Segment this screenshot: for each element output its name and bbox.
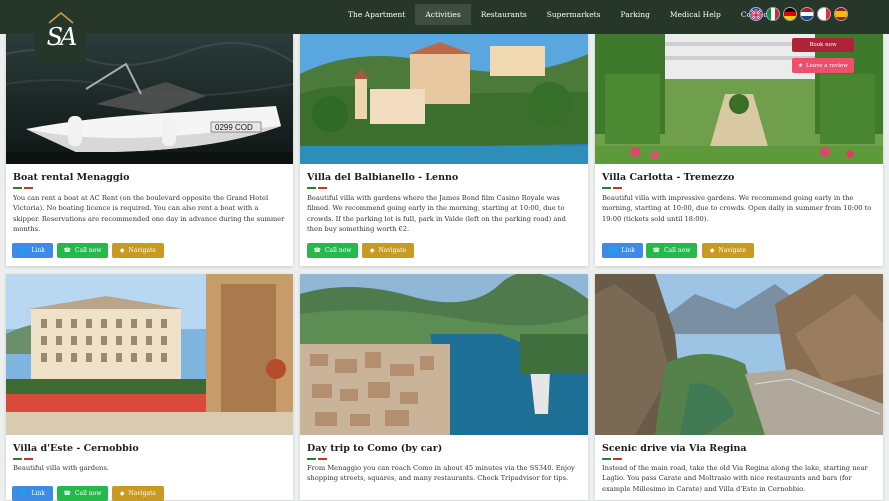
navigate-button[interactable]: ◆ Navigate [702, 243, 754, 258]
call-label: Call now [663, 247, 691, 254]
card-title: Villa d'Este - Cernobbio [13, 443, 139, 454]
link-button[interactable]: 🌐 Link [12, 243, 53, 258]
title-accent [307, 458, 329, 460]
nav-item-medical-help[interactable]: Medical Help [660, 4, 731, 25]
villa-peninsula-image [300, 34, 588, 164]
nav-item-apartment[interactable]: The Apartment [338, 4, 415, 25]
card-description: Instead of the main road, take the old V… [602, 464, 868, 493]
card-description: You can rent a boat at AC Rent (on the b… [13, 194, 285, 233]
card-title: Day trip to Como (by car) [307, 443, 443, 454]
top-navbar: The Apartment Activities Restaurants Sup… [0, 0, 889, 34]
direction-icon: ◆ [369, 247, 375, 254]
logo-monogram: SA [46, 23, 78, 51]
direction-icon: ◆ [119, 490, 125, 497]
activity-card-boat-rental: 0299 COD Boat rental Menaggio You can re… [6, 34, 293, 266]
nav-item-supermarkets[interactable]: Supermarkets [537, 4, 611, 25]
link-label: Link [31, 247, 45, 254]
navigate-button[interactable]: ◆ Navigate [112, 243, 164, 258]
review-label: Leave a review [805, 62, 848, 69]
card-description: Beautiful villa with gardens where the J… [307, 194, 566, 233]
direction-icon: ◆ [709, 247, 715, 254]
globe-icon: 🌐 [610, 247, 618, 254]
call-label: Call now [74, 490, 102, 497]
link-label: Link [31, 490, 45, 497]
title-accent [307, 187, 329, 189]
nav-item-activities[interactable]: Activities [415, 4, 471, 25]
call-label: Call now [74, 247, 102, 254]
card-description: Beautiful villa with impressive gardens.… [602, 194, 872, 223]
call-now-button[interactable]: ☎ Call now [57, 243, 108, 258]
navigate-label: Navigate [718, 247, 747, 254]
phone-icon: ☎ [313, 247, 321, 254]
card-description: Beautiful villa with gardens. [13, 464, 109, 472]
card-description: From Menaggio you can reach Como in abou… [307, 464, 575, 483]
svg-text:0299 COD: 0299 COD [215, 123, 253, 132]
card-title: Villa del Balbianello - Lenno [307, 172, 459, 183]
flag-italy-icon[interactable] [766, 7, 780, 21]
main-nav: The Apartment Activities Restaurants Sup… [338, 4, 781, 25]
navigate-button[interactable]: ◆ Navigate [362, 243, 414, 258]
activity-card-villa-balbianello: Villa del Balbianello - Lenno Beautiful … [300, 34, 588, 266]
globe-icon: 🌐 [20, 490, 28, 497]
villa-gardens-image [595, 34, 883, 164]
activity-card-como-trip: Day trip to Como (by car) From Menaggio … [300, 274, 588, 500]
flag-germany-icon[interactable] [783, 7, 797, 21]
nav-item-parking[interactable]: Parking [611, 4, 660, 25]
activity-card-via-regina: Scenic drive via Via Regina Instead of t… [595, 274, 883, 500]
site-logo[interactable]: SA [35, 0, 86, 62]
navigate-label: Navigate [128, 247, 157, 254]
phone-icon: ☎ [652, 247, 660, 254]
activity-card-villa-deste: Villa d'Este - Cernobbio Beautiful villa… [6, 274, 293, 501]
call-now-button[interactable]: ☎ Call now [307, 243, 358, 258]
mountain-road-image [595, 274, 883, 435]
link-button[interactable]: 🌐 Link [12, 486, 53, 501]
aerial-como-image [300, 274, 588, 435]
flag-spain-icon[interactable] [834, 7, 848, 21]
call-now-button[interactable]: ☎ Call now [646, 243, 697, 258]
flag-uk-icon[interactable] [749, 7, 763, 21]
language-switcher [749, 7, 848, 21]
call-label: Call now [324, 247, 352, 254]
call-now-button[interactable]: ☎ Call now [57, 486, 108, 501]
title-accent [602, 458, 624, 460]
phone-icon: ☎ [63, 247, 71, 254]
flag-netherlands-icon[interactable] [800, 7, 814, 21]
star-icon: ★ [798, 62, 803, 69]
grand-hotel-image [6, 274, 293, 435]
direction-icon: ◆ [119, 247, 125, 254]
link-button[interactable]: 🌐 Link [602, 243, 643, 258]
title-accent [602, 187, 624, 189]
globe-icon: 🌐 [20, 247, 28, 254]
card-title: Villa Carlotta - Tremezzo [602, 172, 735, 183]
card-title: Scenic drive via Via Regina [602, 443, 747, 454]
flag-france-icon[interactable] [817, 7, 831, 21]
navigate-button[interactable]: ◆ Navigate [112, 486, 164, 501]
navigate-label: Navigate [128, 490, 157, 497]
nav-item-restaurants[interactable]: Restaurants [471, 4, 537, 25]
title-accent [13, 458, 35, 460]
link-label: Link [621, 247, 635, 254]
title-accent [13, 187, 35, 189]
leave-review-button[interactable]: ★ Leave a review [792, 58, 854, 73]
book-now-button[interactable]: Book now [792, 38, 854, 52]
card-title: Boat rental Menaggio [13, 172, 130, 183]
phone-icon: ☎ [63, 490, 71, 497]
navigate-label: Navigate [378, 247, 407, 254]
